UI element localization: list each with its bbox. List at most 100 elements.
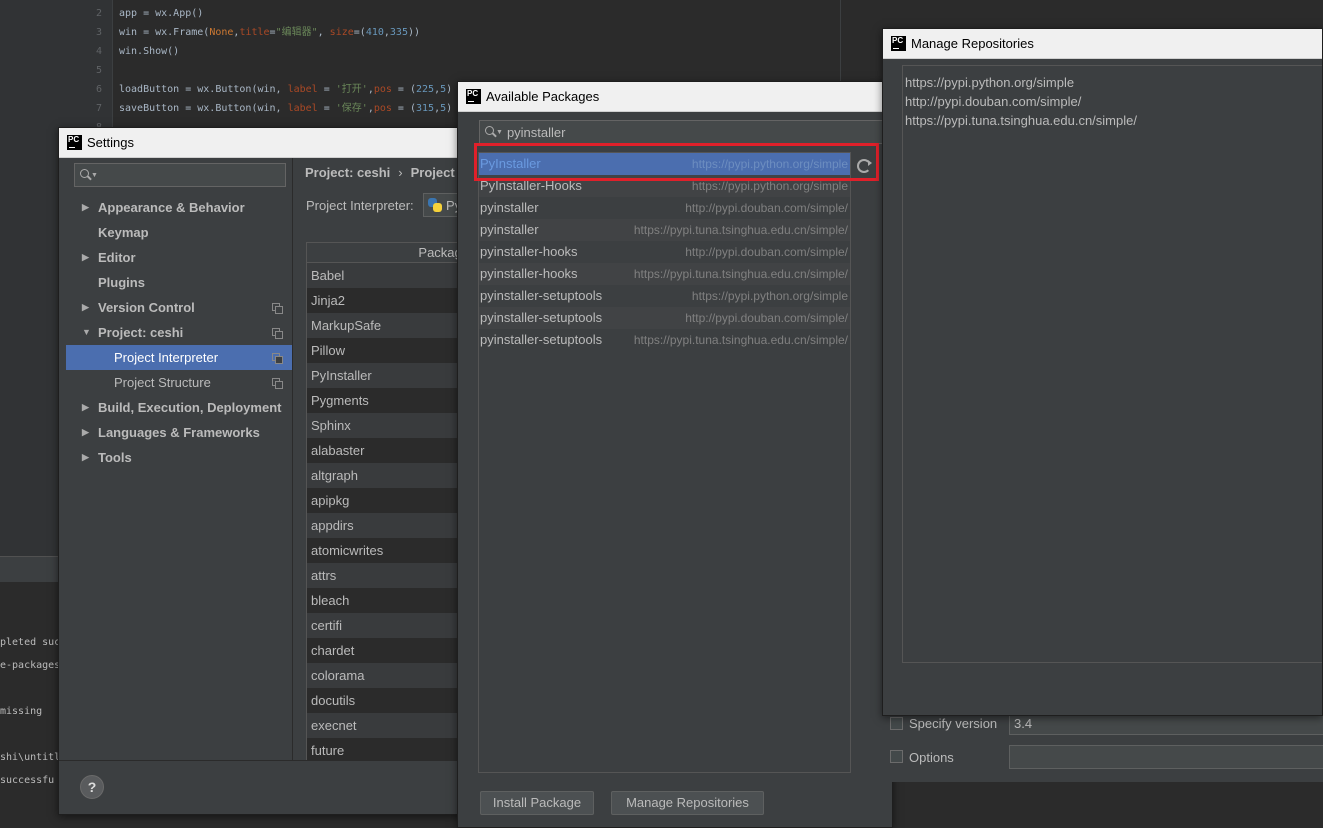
available-packages-titlebar[interactable]: PC Available Packages (458, 82, 892, 112)
settings-search-input[interactable]: ▼ (74, 163, 286, 187)
package-result-row[interactable]: PyInstaller-Hooks https://pypi.python.org… (479, 175, 850, 197)
expand-arrow-icon[interactable]: ▶ (82, 245, 89, 270)
tree-item-keymap[interactable]: Keymap (66, 220, 292, 245)
table-row[interactable]: PyInstaller (307, 363, 467, 388)
package-name: pyinstaller-hooks (480, 244, 578, 259)
table-row[interactable]: atomicwrites (307, 538, 467, 563)
package-name: pyinstaller (480, 200, 539, 215)
manage-repositories-button[interactable]: Manage Repositories (611, 791, 764, 815)
table-row[interactable]: altgraph (307, 463, 467, 488)
console-line: successfu (0, 775, 55, 786)
expand-arrow-icon[interactable]: ▶ (82, 295, 89, 320)
code-number: 225 (416, 84, 435, 95)
table-row[interactable]: Babel (307, 263, 467, 288)
column-header-package[interactable]: Package (307, 243, 467, 263)
code-line-2[interactable]: app = wx.App() (113, 0, 840, 19)
code-param: pos (373, 84, 392, 95)
repository-item[interactable]: https://pypi.python.org/simple (903, 73, 1322, 92)
pycharm-logo-icon: PC (67, 135, 82, 150)
package-name: pyinstaller-setuptools (480, 332, 603, 347)
code-line-3[interactable]: win = wx.Frame(None,title="编辑器", size=(4… (113, 19, 840, 38)
repository-item[interactable]: http://pypi.douban.com/simple/ (903, 92, 1322, 111)
package-name: PyInstaller (480, 156, 541, 171)
package-name: pyinstaller-setuptools (480, 310, 603, 325)
code-text: app = wx.App() (119, 8, 204, 19)
collapse-arrow-icon[interactable]: ▼ (82, 320, 91, 345)
table-row[interactable]: appdirs (307, 513, 467, 538)
expand-arrow-icon[interactable]: ▶ (82, 395, 89, 420)
tree-item-languages[interactable]: ▶ Languages & Frameworks (66, 420, 292, 445)
tree-item-project[interactable]: ▼ Project: ceshi (66, 320, 292, 345)
table-row[interactable]: Pygments (307, 388, 467, 413)
tree-label: Tools (98, 450, 132, 465)
line-number: 2 (95, 8, 102, 19)
specify-version-checkbox[interactable] (890, 717, 903, 730)
package-result-row[interactable]: pyinstaller-hooks http://pypi.douban.com/… (479, 241, 850, 263)
line-number: 3 (95, 27, 102, 38)
repository-item[interactable]: https://pypi.tuna.tsinghua.edu.cn/simple… (903, 111, 1322, 130)
table-row[interactable]: bleach (307, 588, 467, 613)
table-row[interactable]: certifi (307, 613, 467, 638)
package-options-area: Specify version 3.4 Options (883, 712, 1323, 782)
options-input[interactable] (1009, 745, 1323, 769)
tree-item-tools[interactable]: ▶ Tools (66, 445, 292, 470)
packages-table[interactable]: Package Babel Jinja2 MarkupSafe Pillow PyIns… (306, 242, 467, 762)
install-package-button[interactable]: Install Package (480, 791, 594, 815)
package-result-row[interactable]: PyInstaller https://pypi.python.org/simpl… (479, 153, 850, 175)
code-text: win = wx.Frame( (119, 27, 210, 38)
tree-item-plugins[interactable]: Plugins (66, 270, 292, 295)
options-checkbox[interactable] (890, 750, 903, 763)
breadcrumb: Project: ceshi › Project (305, 165, 455, 180)
code-param: size (329, 27, 354, 38)
console-line: e-packages (0, 660, 60, 671)
manage-repositories-titlebar[interactable]: PC Manage Repositories (883, 29, 1322, 59)
project-scope-icon (272, 328, 283, 339)
package-results-list[interactable]: PyInstaller https://pypi.python.org/simpl… (478, 152, 851, 773)
package-result-row[interactable]: pyinstaller-hooks https://pypi.tuna.tsing… (479, 263, 850, 285)
table-row[interactable]: docutils (307, 688, 467, 713)
code-line-5[interactable] (113, 57, 840, 76)
package-result-row[interactable]: pyinstaller http://pypi.douban.com/simple… (479, 197, 850, 219)
console-line: shi\untitl (0, 752, 60, 763)
settings-titlebar[interactable]: PC Settings (59, 128, 467, 158)
expand-arrow-icon[interactable]: ▶ (82, 445, 89, 470)
tree-item-project-structure[interactable]: Project Structure (66, 370, 292, 395)
package-result-row[interactable]: pyinstaller-setuptools https://pypi.pytho… (479, 285, 850, 307)
tree-item-appearance[interactable]: ▶ Appearance & Behavior (66, 195, 292, 220)
repositories-list[interactable]: https://pypi.python.org/simple http://py… (902, 65, 1322, 663)
package-result-row[interactable]: pyinstaller-setuptools https://pypi.tuna.… (479, 329, 850, 351)
table-row[interactable]: Pillow (307, 338, 467, 363)
table-row[interactable]: apipkg (307, 488, 467, 513)
package-search-field[interactable]: ▼ (479, 120, 892, 144)
tree-item-project-interpreter[interactable]: Project Interpreter (66, 345, 292, 370)
search-icon[interactable] (484, 125, 498, 139)
refresh-icon[interactable] (857, 159, 872, 173)
table-row[interactable]: attrs (307, 563, 467, 588)
expand-arrow-icon[interactable]: ▶ (82, 420, 89, 445)
package-repo-url: https://pypi.python.org/simple (691, 289, 848, 303)
expand-arrow-icon[interactable]: ▶ (82, 195, 89, 220)
table-row[interactable]: Sphinx (307, 413, 467, 438)
package-result-row[interactable]: pyinstaller-setuptools http://pypi.douban… (479, 307, 850, 329)
table-row[interactable]: chardet (307, 638, 467, 663)
tree-item-version-control[interactable]: ▶ Version Control (66, 295, 292, 320)
run-console[interactable]: pleted suc e-packages missing shi\untitl… (0, 582, 60, 828)
version-select[interactable]: 3.4 (1009, 713, 1323, 735)
table-row[interactable]: future (307, 738, 467, 761)
tree-label: Languages & Frameworks (98, 425, 260, 440)
table-row[interactable]: MarkupSafe (307, 313, 467, 338)
package-result-row[interactable]: pyinstaller https://pypi.tuna.tsinghua.ed… (479, 219, 850, 241)
help-button[interactable]: ? (80, 775, 104, 799)
code-string: "编辑器" (275, 27, 318, 38)
table-row[interactable]: colorama (307, 663, 467, 688)
table-row[interactable]: execnet (307, 713, 467, 738)
console-toolbar (0, 556, 60, 582)
table-row[interactable]: alabaster (307, 438, 467, 463)
code-string: '保存' (335, 103, 368, 114)
table-row[interactable]: Jinja2 (307, 288, 467, 313)
search-icon[interactable] (79, 168, 93, 182)
tree-item-build[interactable]: ▶ Build, Execution, Deployment (66, 395, 292, 420)
tree-item-editor[interactable]: ▶ Editor (66, 245, 292, 270)
package-search-input[interactable] (506, 124, 867, 140)
package-repo-url: https://pypi.python.org/simple (691, 157, 848, 171)
